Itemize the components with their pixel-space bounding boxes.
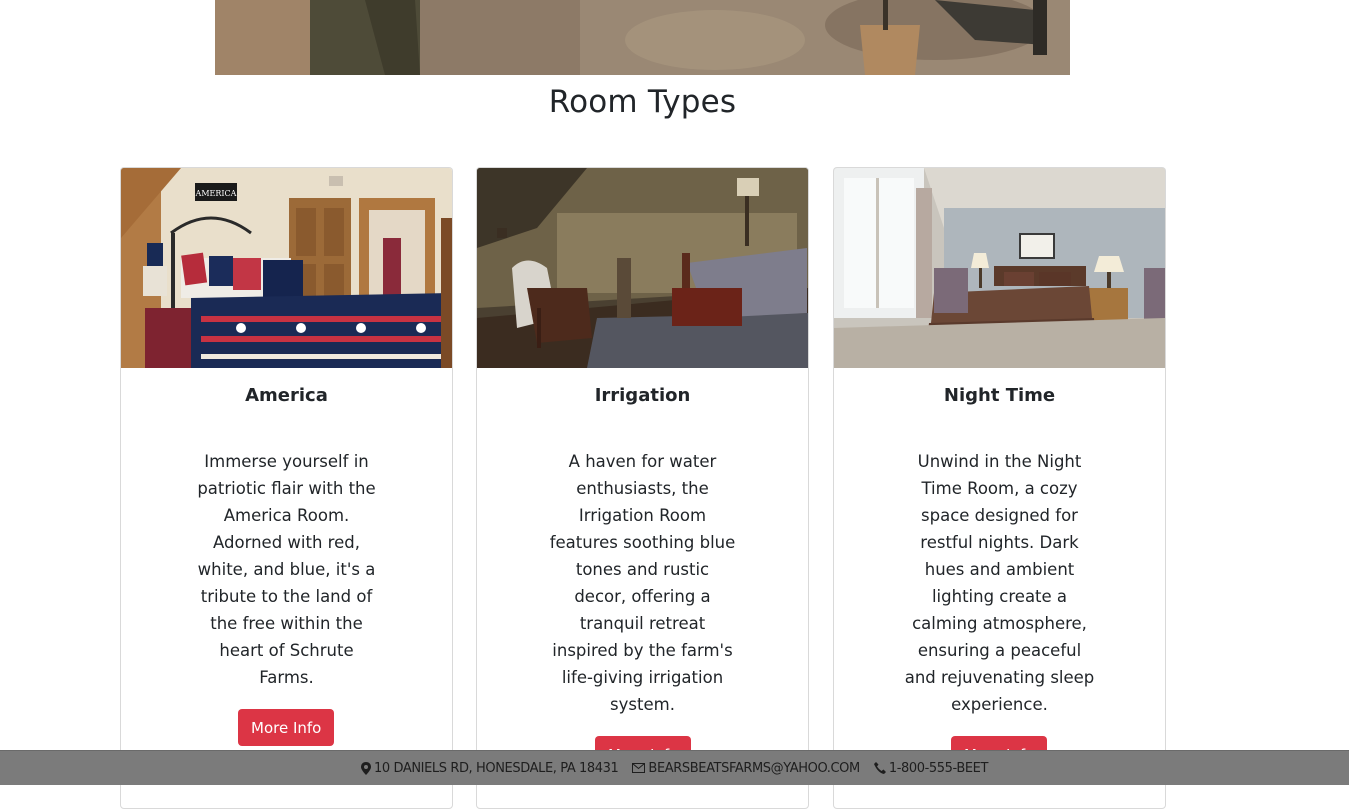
map-marker-icon [360,761,371,775]
section-title: Room Types [548,84,737,120]
room-image-america: AMERICA [121,168,452,368]
room-description: Immerse yourself in patriotic flair with… [197,452,376,687]
address-text: 10 DANIELS RD, HONESDALE, PA 18431 [373,760,619,776]
phone-icon [873,762,886,774]
room-image-irrigation [477,168,808,368]
hero-image [215,0,1070,75]
room-title: Irrigation [594,385,691,406]
room-title: America [245,385,328,406]
svg-text:AMERICA: AMERICA [195,189,237,198]
footer-contact-bar: 10 DANIELS RD, HONESDALE, PA 18431 BEARS… [0,750,1349,785]
room-card-irrigation: Irrigation A haven for water enthusiasts… [476,167,809,809]
footer-address: 10 DANIELS RD, HONESDALE, PA 18431 [360,760,619,776]
room-title: Night Time [943,385,1056,406]
phone-text[interactable]: 1-800-555-BEET [889,761,989,776]
room-card-night-time: Night Time Unwind in the Night Time Room… [833,167,1166,809]
email-text[interactable]: BEARSBEATSFARMS@YAHOO.COM [648,761,860,776]
room-card-america: AMERICA America Immerse yourself in patr… [120,167,453,809]
room-description: Unwind in the Night Time Room, a cozy sp… [904,452,1095,714]
room-image-night-time [834,168,1165,368]
room-description: A haven for water enthusiasts, the Irrig… [549,452,736,714]
more-info-button-america[interactable]: More Info [238,709,335,746]
footer-email[interactable]: BEARSBEATSFARMS@YAHOO.COM [632,761,860,776]
envelope-icon [632,763,646,773]
footer-phone[interactable]: 1-800-555-BEET [873,761,989,776]
